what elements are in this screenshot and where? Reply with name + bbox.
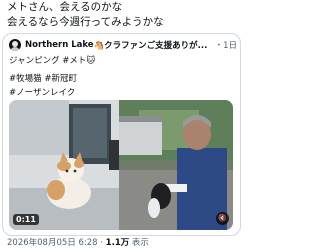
video-player[interactable]: 0:11 🔇 — [9, 100, 233, 230]
video-thumbnail — [9, 100, 233, 230]
tweet-line-1: メトさん、会えるのかな — [7, 1, 123, 13]
video-duration: 0:11 — [13, 214, 39, 225]
tweet-timestamp[interactable]: 2026年08月05日 6:28 — [7, 238, 98, 248]
quoted-tweet-card[interactable]: Northern Lake 🐴クラファンご支援ありが... ・1日 ジャンピング… — [2, 33, 241, 236]
views-label: 表示 — [129, 238, 149, 248]
tweet-meta: 2026年08月05日 6:28 · 1.1万 表示 — [7, 236, 149, 248]
hashtag-link[interactable]: #牧場猫 — [9, 74, 42, 84]
quoted-tweet-header: Northern Lake 🐴クラファンご支援ありが... ・1日 — [9, 38, 237, 52]
separator: · — [97, 238, 106, 248]
view-count: 1.1万 — [105, 238, 130, 248]
quoted-line-1: ジャンピング #メト🐱 — [9, 56, 96, 66]
tweet-line-2: 会えるなら今週行ってみようかな — [7, 16, 164, 28]
quoted-tweet-text: ジャンピング #メト🐱 #牧場猫 #新冠町 #ノーザンレイク — [9, 54, 95, 100]
quoted-author-handle[interactable]: 🐴クラファンご支援ありが... — [94, 39, 213, 51]
quoted-tweet-date[interactable]: ・1日 — [215, 39, 237, 51]
speaker-muted-icon[interactable]: 🔇 — [216, 212, 229, 225]
hashtag-link[interactable]: #ノーザンレイク — [9, 88, 75, 98]
quoted-author-name[interactable]: Northern Lake — [25, 40, 94, 50]
tweet-text: メトさん、会えるのかな 会えるなら今週行ってみようかな — [7, 0, 239, 30]
avatar[interactable] — [9, 39, 21, 51]
hashtag-link[interactable]: #新冠町 — [44, 74, 77, 84]
